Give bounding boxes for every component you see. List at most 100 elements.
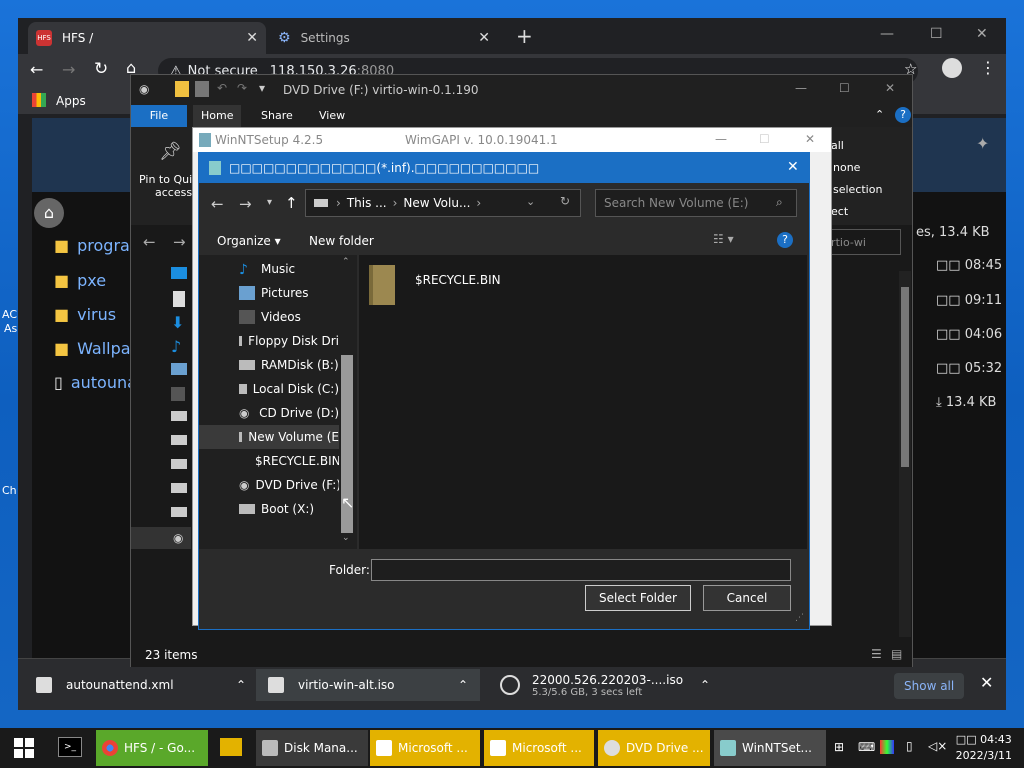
forward-icon[interactable]: →	[173, 233, 186, 251]
help-icon[interactable]: ?	[777, 232, 793, 248]
taskbar-item-chrome[interactable]: HFS / - Go...	[96, 730, 208, 766]
back-icon[interactable]: ←	[211, 195, 224, 213]
volume-icon[interactable]: ◁×	[928, 739, 947, 753]
download-item[interactable]: virtio-win-alt.iso ⌃	[256, 669, 480, 701]
pictures-icon[interactable]	[171, 363, 187, 375]
chevron-up-icon[interactable]: ⌃	[700, 678, 710, 692]
maximize-icon[interactable]: ☐	[759, 132, 770, 146]
up-icon[interactable]: ↑	[285, 194, 298, 212]
drive-icon[interactable]	[171, 459, 187, 469]
system-clock[interactable]: □□ 04:43 2022/3/11	[956, 732, 1012, 764]
chevron-up-icon[interactable]: ⌃	[458, 678, 468, 692]
chevron-down-icon[interactable]: ⌄	[526, 195, 535, 208]
scrollbar[interactable]	[899, 271, 911, 637]
minimize-icon[interactable]: —	[795, 81, 807, 95]
close-icon[interactable]: ✕	[805, 132, 815, 146]
refresh-icon[interactable]: ↻	[560, 194, 570, 208]
recent-locations-icon[interactable]: ▾	[267, 197, 272, 208]
reload-icon[interactable]: ↻	[94, 59, 108, 79]
show-all-button[interactable]: Show all	[894, 673, 965, 699]
address-breadcrumb[interactable]: › This ... › New Volu... › ⌄ ↻	[305, 189, 581, 217]
tree-item-ramdisk[interactable]: RAMDisk (B:)	[199, 353, 339, 377]
menu-icon[interactable]: ⋮	[980, 58, 996, 77]
large-icons-view-icon[interactable]: ▤	[891, 647, 902, 661]
view-options-icon[interactable]: ☷ ▾	[713, 232, 734, 246]
tree-item-pictures[interactable]: Pictures	[199, 281, 339, 305]
resize-grip-icon[interactable]: ⋰	[795, 613, 804, 623]
tree-item-floppy[interactable]: Floppy Disk Dri	[199, 329, 339, 353]
lightbulb-icon[interactable]: ✦	[976, 134, 989, 153]
scrollbar-thumb[interactable]	[901, 287, 909, 467]
drive-icon[interactable]	[171, 435, 187, 445]
back-icon[interactable]: ←	[30, 60, 43, 79]
profile-icon[interactable]	[942, 58, 962, 78]
close-icon[interactable]: ✕	[246, 30, 258, 46]
cancel-button[interactable]: Cancel	[703, 585, 791, 611]
details-view-icon[interactable]: ☰	[871, 647, 882, 661]
close-icon[interactable]: ✕	[787, 159, 799, 175]
invert-selection-button[interactable]: selection	[833, 183, 882, 196]
select-none-button[interactable]: none	[833, 161, 860, 174]
start-icon[interactable]	[14, 738, 34, 758]
forward-icon[interactable]: →	[62, 60, 75, 79]
scroll-up-icon[interactable]: ⌃	[342, 257, 350, 267]
chevron-up-icon[interactable]: ⌃	[236, 678, 246, 692]
folder-input[interactable]	[371, 559, 791, 581]
downloads-icon[interactable]: ⬇	[171, 313, 184, 332]
taskbar-item-microsoft-2[interactable]: Microsoft ...	[484, 730, 594, 766]
file-explorer-icon[interactable]	[220, 738, 242, 756]
keyboard-icon[interactable]: ⌨	[858, 740, 875, 754]
document-icon[interactable]	[173, 291, 185, 307]
tab-settings[interactable]: ⚙ Settings ✕	[270, 22, 498, 54]
terminal-icon[interactable]: >_	[58, 737, 82, 757]
close-icon[interactable]: ✕	[478, 30, 490, 46]
close-icon[interactable]: ✕	[885, 81, 895, 95]
apps-label[interactable]: Apps	[56, 94, 86, 108]
select-all-button[interactable]: all	[831, 139, 844, 152]
quick-access-icon[interactable]	[195, 81, 209, 97]
scroll-down-icon[interactable]: ⌄	[342, 533, 350, 543]
taskbar-item-microsoft-1[interactable]: Microsoft ...	[370, 730, 480, 766]
maximize-icon[interactable]: ☐	[839, 81, 850, 95]
pin-label[interactable]: Pin to Quic	[139, 173, 198, 186]
help-icon[interactable]: ?	[895, 107, 911, 123]
search-input[interactable]: Search New Volume (E:) ⌕	[595, 189, 797, 217]
tree-item-dvd-drive[interactable]: ◉DVD Drive (F:) v	[199, 473, 339, 497]
home-icon[interactable]: ⌂	[34, 198, 64, 228]
minimize-icon[interactable]: —	[715, 132, 727, 146]
pin-label[interactable]: access	[155, 186, 192, 199]
videos-icon[interactable]	[171, 387, 185, 401]
pin-icon[interactable]: 📌︎	[159, 141, 182, 162]
tree-item-music[interactable]: ♪ Music	[199, 257, 339, 281]
breadcrumb-item[interactable]: This ...	[347, 196, 387, 210]
maximize-icon[interactable]: ☐	[930, 26, 943, 42]
tab-hfs[interactable]: HFS HFS / ✕	[28, 22, 266, 54]
breadcrumb-item[interactable]: New Volu...	[403, 196, 470, 210]
redo-icon[interactable]: ↷	[237, 81, 247, 95]
tree-item-cd-drive[interactable]: ◉ CD Drive (D:)	[199, 401, 339, 425]
hfs-folder-item[interactable]: ■ pxe	[54, 271, 106, 290]
back-icon[interactable]: ←	[143, 233, 156, 251]
taskbar-item-dvd-drive[interactable]: DVD Drive ...	[598, 730, 710, 766]
drive-icon[interactable]	[171, 483, 187, 493]
forward-icon[interactable]: →	[239, 195, 252, 213]
taskbar-item-disk-management[interactable]: Disk Mana...	[256, 730, 368, 766]
desktop-icon[interactable]	[171, 267, 187, 279]
apps-icon[interactable]	[32, 93, 46, 107]
download-item[interactable]: autounattend.xml ⌃	[36, 669, 246, 701]
collapse-ribbon-icon[interactable]: ⌃	[875, 108, 884, 121]
select-folder-button[interactable]: Select Folder	[585, 585, 691, 611]
usb-icon[interactable]: ▯	[906, 739, 913, 753]
tab-file[interactable]: File	[131, 105, 187, 127]
hfs-folder-item[interactable]: ■ virus	[54, 305, 116, 324]
new-folder-button[interactable]: New folder	[309, 234, 374, 248]
taskbar-item-winntsetup[interactable]: WinNTSet...	[714, 730, 826, 766]
close-window-icon[interactable]: ✕	[976, 26, 988, 42]
tree-item-local-disk[interactable]: Local Disk (C:)	[199, 377, 339, 401]
tree-item-new-volume[interactable]: New Volume (E	[199, 425, 339, 449]
tab-home[interactable]: Home	[193, 105, 242, 127]
organize-button[interactable]: Organize ▾	[217, 234, 281, 248]
close-downloads-icon[interactable]: ✕	[980, 673, 993, 692]
new-tab-button[interactable]: +	[516, 24, 533, 48]
display-icon[interactable]	[880, 740, 894, 754]
